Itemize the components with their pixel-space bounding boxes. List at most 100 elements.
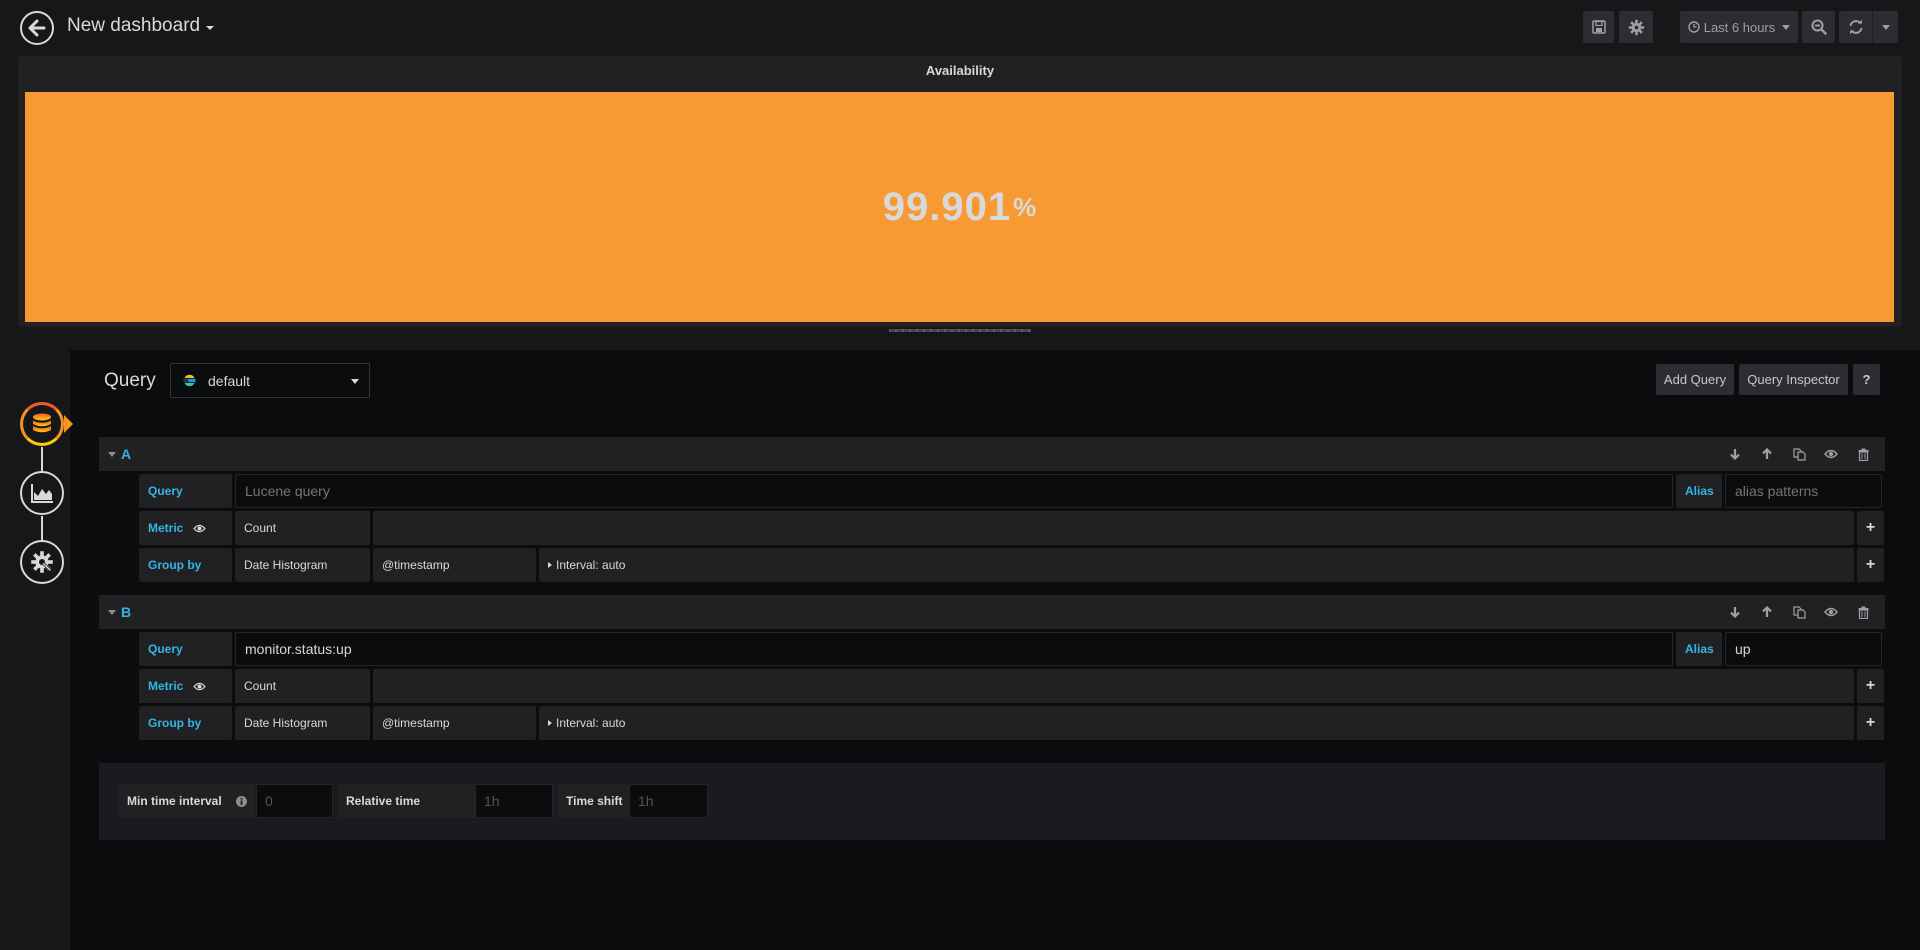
query-row-b: Query Alias [139, 632, 1884, 666]
caret-right-icon [548, 562, 552, 568]
alias-input[interactable] [1725, 632, 1882, 666]
query-section-title: Query [104, 370, 156, 391]
time-shift-input[interactable]: 1h [629, 784, 708, 818]
group-type-select[interactable]: Date Histogram [235, 706, 370, 740]
metric-type-select[interactable]: Count [235, 669, 370, 703]
time-range-label: Last 6 hours [1703, 19, 1776, 35]
zoom-out-icon [1811, 19, 1827, 35]
min-time-interval-label: Min time interval [119, 784, 255, 818]
top-navbar: New dashboard Last 6 hours [0, 0, 1920, 56]
move-down-button[interactable] [1719, 595, 1751, 629]
remove-query-button[interactable] [1847, 595, 1879, 629]
alias-label: Alias [1676, 632, 1722, 666]
alias-input[interactable] [1725, 474, 1882, 508]
duplicate-query-button[interactable] [1783, 595, 1815, 629]
lucene-query-input[interactable] [235, 474, 1673, 508]
back-button[interactable] [20, 11, 54, 45]
step-general-settings[interactable] [20, 540, 64, 584]
query-label: Query [139, 632, 232, 666]
copy-icon [1792, 447, 1806, 461]
query-row-a: Query Alias [139, 474, 1884, 508]
arrow-down-icon [1730, 449, 1740, 460]
metric-label: Metric [139, 669, 232, 703]
query-actions [1719, 595, 1879, 629]
group-field-select[interactable]: @timestamp [373, 548, 536, 582]
move-down-button[interactable] [1719, 437, 1751, 471]
time-range-picker[interactable]: Last 6 hours [1680, 11, 1798, 43]
min-time-interval-input[interactable]: 0 [256, 784, 333, 818]
step-queries[interactable] [20, 402, 64, 446]
stat-value: 99.901 [882, 184, 1012, 229]
lucene-query-input[interactable] [235, 632, 1673, 666]
database-icon [33, 413, 51, 433]
group-by-label: Group by [139, 548, 232, 582]
group-field-select[interactable]: @timestamp [373, 706, 536, 740]
add-group-by-button[interactable]: + [1857, 548, 1884, 582]
query-inspector-button[interactable]: Query Inspector [1739, 364, 1848, 395]
clock-icon [1688, 21, 1700, 33]
refresh-icon [1849, 19, 1862, 35]
eye-icon[interactable] [193, 524, 207, 533]
refresh-interval-dropdown[interactable] [1872, 11, 1898, 43]
time-shift-label: Time shift [558, 784, 629, 818]
datasource-picker[interactable]: default [170, 363, 370, 398]
caret-down-icon [351, 379, 359, 384]
metric-label-text: Metric [148, 679, 184, 693]
collapse-icon[interactable] [108, 451, 116, 457]
info-icon[interactable] [236, 796, 247, 807]
interval-options-toggle[interactable]: Interval: auto [539, 548, 1854, 582]
gear-icon [1628, 19, 1644, 35]
metric-row-a: Metric Count + [139, 511, 1884, 545]
query-row-header-b: B [99, 595, 1885, 629]
stat-unit: % [1013, 191, 1037, 222]
add-group-by-button[interactable]: + [1857, 706, 1884, 740]
query-options: Min time interval 0 Relative time 1h Tim… [99, 763, 1885, 840]
duplicate-query-button[interactable] [1783, 437, 1815, 471]
groupby-row-b: Group by Date Histogram @timestamp Inter… [139, 706, 1884, 740]
copy-icon [1792, 605, 1806, 619]
move-up-button[interactable] [1751, 595, 1783, 629]
add-metric-button[interactable]: + [1857, 669, 1884, 703]
move-up-button[interactable] [1751, 437, 1783, 471]
remove-query-button[interactable] [1847, 437, 1879, 471]
metric-filler [373, 669, 1854, 703]
area-chart-icon [31, 484, 53, 503]
group-type-select[interactable]: Date Histogram [235, 548, 370, 582]
step-visualization[interactable] [20, 471, 64, 515]
step-connector [41, 447, 43, 473]
dashboard-title-dropdown[interactable]: New dashboard [67, 15, 215, 37]
singlestat-panel[interactable]: Availability 99.901% [18, 56, 1902, 327]
metric-filler [373, 511, 1854, 545]
help-button[interactable]: ? [1853, 364, 1880, 395]
metric-type-select[interactable]: Count [235, 511, 370, 545]
metric-label-text: Metric [148, 521, 184, 535]
zoom-out-button[interactable] [1802, 11, 1835, 43]
step-connector [41, 516, 43, 542]
panel-title[interactable]: Availability [18, 63, 1902, 78]
groupby-row-a: Group by Date Histogram @timestamp Inter… [139, 548, 1884, 582]
eye-icon[interactable] [193, 682, 207, 691]
refresh-button[interactable] [1839, 11, 1872, 43]
query-ref-id[interactable]: B [121, 604, 131, 620]
trash-icon [1858, 606, 1868, 619]
caret-right-icon [548, 720, 552, 726]
add-metric-button[interactable]: + [1857, 511, 1884, 545]
interval-options-toggle[interactable]: Interval: auto [539, 706, 1854, 740]
save-dashboard-button[interactable] [1583, 11, 1614, 43]
caret-down-icon [1782, 24, 1791, 30]
group-by-label: Group by [139, 706, 232, 740]
stat-value-area: 99.901% [25, 92, 1894, 322]
query-ref-id[interactable]: A [121, 446, 131, 462]
toggle-query-visibility-button[interactable] [1815, 437, 1847, 471]
toggle-query-visibility-button[interactable] [1815, 595, 1847, 629]
add-query-button[interactable]: Add Query [1656, 364, 1734, 395]
settings-wrench-icon [31, 551, 53, 573]
interval-label: Interval: auto [556, 558, 626, 572]
relative-time-input[interactable]: 1h [475, 784, 553, 818]
eye-icon [1824, 607, 1838, 617]
query-row-header-a: A [99, 437, 1885, 471]
dashboard-settings-button[interactable] [1619, 11, 1653, 43]
panel-resize-handle[interactable] [885, 327, 1035, 334]
collapse-icon[interactable] [108, 609, 116, 615]
query-label: Query [139, 474, 232, 508]
